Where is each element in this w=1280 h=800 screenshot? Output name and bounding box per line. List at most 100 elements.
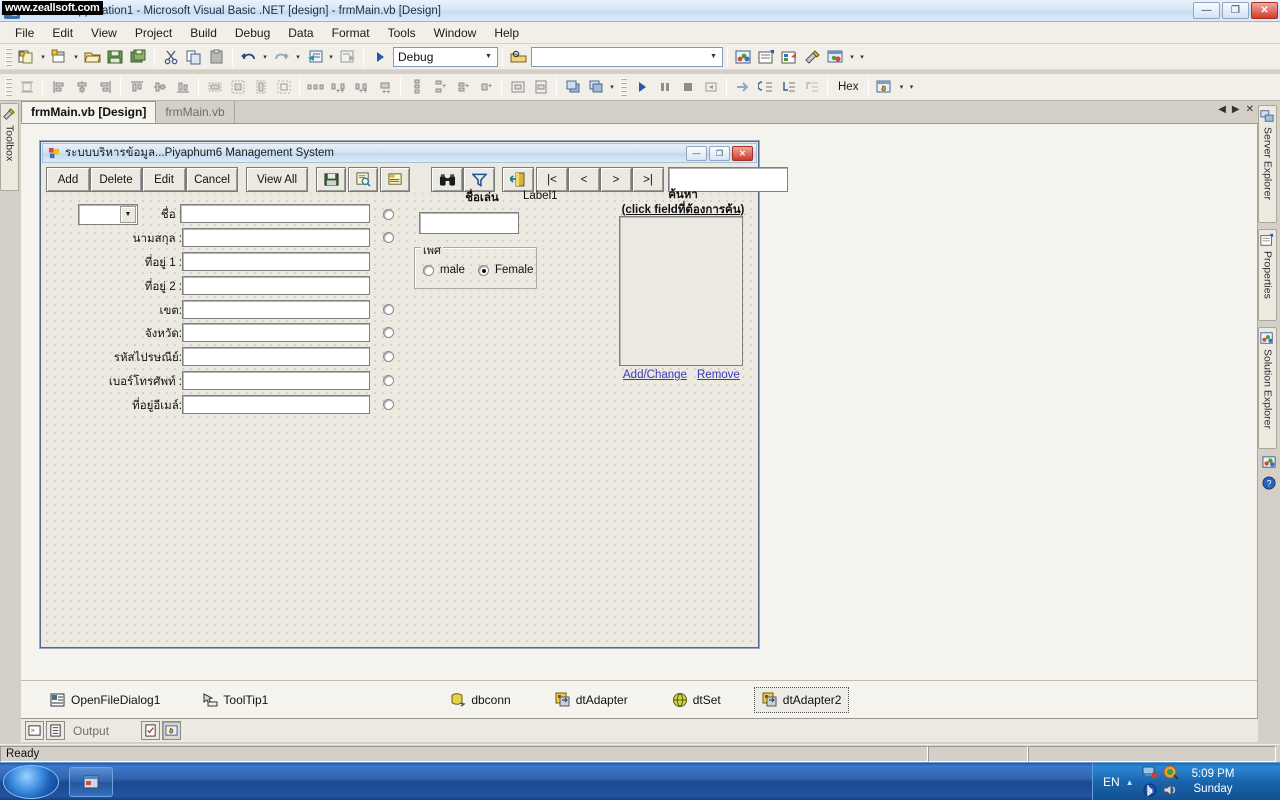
navigate-backward-icon[interactable] — [303, 46, 326, 68]
antivirus-icon[interactable] — [1162, 765, 1180, 781]
make-same-size-icon[interactable] — [226, 76, 249, 98]
make-horizontal-spacing-equal-icon[interactable] — [304, 76, 327, 98]
field-input-firstname[interactable] — [180, 204, 370, 223]
search-field-radio-postcode[interactable] — [383, 351, 394, 362]
toolbar-grip[interactable] — [5, 48, 12, 66]
edit-button[interactable]: Edit — [142, 167, 186, 192]
decrease-horizontal-spacing-icon[interactable]: ++ — [350, 76, 373, 98]
new-project-dropdown-icon[interactable]: ▾ — [38, 46, 48, 68]
volume-icon[interactable] — [1162, 783, 1180, 799]
other-windows-dropdown-icon[interactable]: ▾ — [847, 46, 857, 68]
task-list-icon[interactable] — [141, 721, 160, 740]
menu-item-edit[interactable]: Edit — [43, 24, 82, 42]
redo-dropdown-icon[interactable]: ▾ — [293, 46, 303, 68]
align-rights-icon[interactable] — [93, 76, 116, 98]
show-next-statement-icon[interactable] — [731, 76, 754, 98]
center-vertically-icon[interactable] — [529, 76, 552, 98]
center-horizontally-icon[interactable] — [506, 76, 529, 98]
search-results-listbox[interactable] — [619, 216, 743, 366]
find-combo[interactable]: ▼ — [531, 47, 723, 67]
help-question-icon[interactable]: ? — [1262, 476, 1276, 490]
debug-break-icon[interactable] — [653, 76, 676, 98]
field-input-province[interactable] — [182, 323, 370, 342]
start-button[interactable] — [3, 765, 59, 799]
align-bottoms-icon[interactable] — [171, 76, 194, 98]
dynamic-help-palette-icon[interactable] — [1262, 455, 1277, 470]
remove-horizontal-spacing-icon[interactable]: ++ — [373, 76, 396, 98]
properties-window-icon[interactable] — [755, 46, 778, 68]
debug-windows-icon[interactable] — [873, 76, 896, 98]
sidebar-item-solution-explorer[interactable]: Solution Explorer — [1258, 327, 1277, 449]
save-all-icon[interactable] — [127, 46, 150, 68]
add-item-icon[interactable] — [48, 46, 71, 68]
search-field-radio-lastname[interactable] — [383, 232, 394, 243]
toolbar-overflow-icon[interactable]: ▾ — [857, 46, 867, 68]
decrease-vertical-spacing-icon[interactable]: + — [451, 76, 474, 98]
increase-vertical-spacing-icon[interactable]: + — [428, 76, 451, 98]
step-into-icon[interactable] — [754, 76, 777, 98]
tray-item-openfiledialog1[interactable]: OpenFileDialog1 — [43, 688, 167, 712]
align-middles-icon[interactable] — [148, 76, 171, 98]
form-designer-surface[interactable]: ระบบบริหารข้อมูล...Piyaphum6 Management … — [21, 124, 1258, 680]
tray-item-dtadapter2[interactable]: dtAdapter2 — [754, 687, 850, 713]
step-over-icon[interactable] — [777, 76, 800, 98]
field-input-address1[interactable] — [182, 252, 370, 271]
nickname-input[interactable] — [419, 212, 519, 234]
sidebar-item-server-explorer[interactable]: Server Explorer — [1258, 105, 1277, 223]
vb-form-window[interactable]: ระบบบริหารข้อมูล...Piyaphum6 Management … — [40, 141, 759, 648]
dynamic-help-icon[interactable] — [162, 721, 181, 740]
navigate-forward-icon[interactable] — [336, 46, 359, 68]
make-same-width-icon[interactable] — [203, 76, 226, 98]
tab-scroll-right-icon[interactable]: ▶ — [1232, 104, 1240, 115]
undo-dropdown-icon[interactable]: ▾ — [260, 46, 270, 68]
menu-item-file[interactable]: File — [6, 24, 43, 42]
nav-prev-button[interactable]: < — [568, 167, 600, 192]
tray-item-dtadapter[interactable]: dtAdapter — [548, 688, 635, 712]
tray-item-tooltip1[interactable]: ToolTip1 — [195, 688, 275, 712]
field-input-address2[interactable] — [182, 276, 370, 295]
save-disk-button[interactable] — [316, 167, 346, 192]
minimize-button[interactable]: — — [1193, 2, 1220, 19]
menu-item-view[interactable]: View — [82, 24, 126, 42]
undo-icon[interactable] — [237, 46, 260, 68]
redo-icon[interactable] — [270, 46, 293, 68]
tray-item-dbconn[interactable]: dbconn — [443, 688, 517, 712]
save-icon[interactable] — [104, 46, 127, 68]
close-button[interactable]: ✕ — [1251, 2, 1278, 19]
paste-icon[interactable] — [205, 46, 228, 68]
menu-item-tools[interactable]: Tools — [379, 24, 425, 42]
toolbar-grip[interactable] — [5, 78, 12, 96]
language-indicator[interactable]: EN — [1103, 775, 1120, 789]
menu-item-debug[interactable]: Debug — [226, 24, 279, 42]
nav-first-button[interactable]: |< — [536, 167, 568, 192]
bring-to-front-icon[interactable] — [561, 76, 584, 98]
menu-item-build[interactable]: Build — [181, 24, 226, 42]
toolbox-toggle-icon[interactable] — [801, 46, 824, 68]
send-to-back-icon[interactable] — [584, 76, 607, 98]
form-maximize-button[interactable]: ❐ — [709, 146, 730, 161]
tab-scroll-left-icon[interactable]: ◀ — [1218, 104, 1226, 115]
make-same-height-icon[interactable] — [249, 76, 272, 98]
menu-item-project[interactable]: Project — [126, 24, 181, 42]
align-centers-icon[interactable] — [70, 76, 93, 98]
form-minimize-button[interactable]: — — [686, 146, 707, 161]
gender-radio-male[interactable] — [423, 265, 434, 276]
delete-button[interactable]: Delete — [90, 167, 142, 192]
order-dropdown-icon[interactable]: ▾ — [607, 76, 617, 98]
console-icon[interactable]: > — [25, 721, 44, 740]
navigate-backward-dropdown-icon[interactable]: ▾ — [326, 46, 336, 68]
taskbar-clock[interactable]: 5:09 PM Sunday — [1192, 767, 1235, 797]
report-button[interactable] — [380, 167, 410, 192]
menu-item-data[interactable]: Data — [279, 24, 322, 42]
chevron-down-icon[interactable]: ▼ — [706, 49, 721, 65]
solution-configuration-combo[interactable]: Debug ▼ — [393, 47, 498, 67]
taskbar-item-visual-studio[interactable] — [69, 767, 113, 797]
print-preview-button[interactable] — [348, 167, 378, 192]
field-input-phone[interactable] — [182, 371, 370, 390]
search-field-radio-phone[interactable] — [383, 375, 394, 386]
start-debug-icon[interactable] — [368, 46, 391, 68]
remove-vertical-spacing-icon[interactable]: + — [474, 76, 497, 98]
menu-item-window[interactable]: Window — [425, 24, 486, 42]
align-tops-icon[interactable] — [125, 76, 148, 98]
remove-link[interactable]: Remove — [697, 369, 740, 381]
